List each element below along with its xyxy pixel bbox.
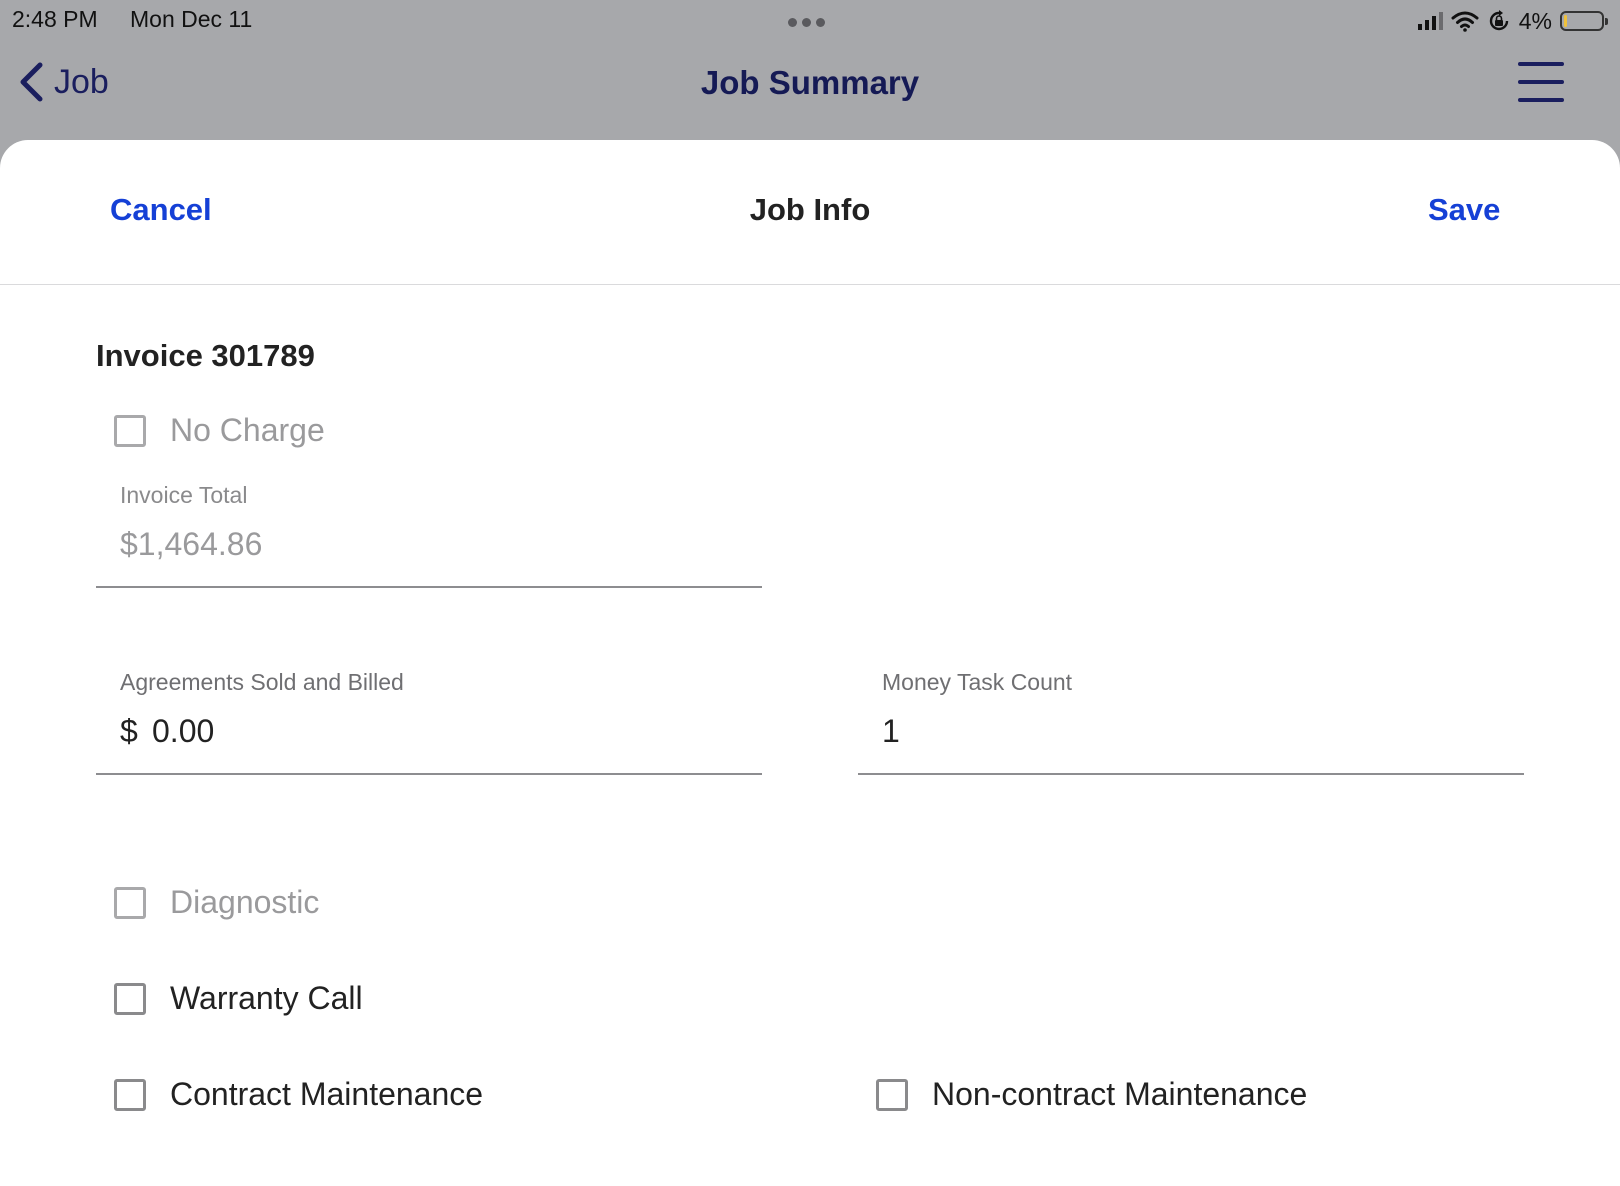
warranty-call-checkbox[interactable]: Warranty Call xyxy=(114,980,363,1017)
checkbox-box[interactable] xyxy=(114,414,146,447)
non-contract-maintenance-label: Non-contract Maintenance xyxy=(932,1076,1308,1112)
job-info-sheet: Cancel Job Info Save Invoice 301789 No C… xyxy=(0,140,1620,1186)
checkbox-box[interactable] xyxy=(876,1078,908,1111)
non-contract-maintenance-checkbox[interactable]: Non-contract Maintenance xyxy=(876,1076,1307,1113)
hamburger-menu-icon[interactable] xyxy=(1518,62,1564,104)
invoice-total-label: Invoice Total xyxy=(120,482,248,508)
navigation-bar: Job Job Summary xyxy=(0,40,1620,140)
page-title: Job Summary xyxy=(700,64,920,101)
save-button[interactable]: Save xyxy=(1428,192,1500,228)
money-task-count-label: Money Task Count xyxy=(882,669,1073,695)
agreements-value[interactable]: 0.00 xyxy=(152,713,214,750)
diagnostic-checkbox[interactable]: Diagnostic xyxy=(114,884,319,921)
contract-maintenance-checkbox[interactable]: Contract Maintenance xyxy=(114,1076,483,1113)
invoice-heading: Invoice 301789 xyxy=(96,338,315,373)
warranty-call-label: Warranty Call xyxy=(170,980,363,1016)
status-indicators: 4% xyxy=(1417,7,1608,34)
invoice-total-value: $1,464.86 xyxy=(120,526,263,562)
cellular-signal-icon xyxy=(1417,12,1443,30)
money-task-count-value[interactable]: 1 xyxy=(882,713,900,750)
wifi-icon xyxy=(1451,11,1479,32)
sheet-header: Cancel Job Info Save xyxy=(0,140,1620,285)
checkbox-box[interactable] xyxy=(114,886,146,919)
no-charge-checkbox[interactable]: No Charge xyxy=(114,412,325,449)
money-task-count-field[interactable]: Money Task Count 1 xyxy=(858,663,1524,775)
status-bar: 2:48 PM Mon Dec 11 4% xyxy=(0,0,1620,40)
no-charge-label: No Charge xyxy=(170,412,325,448)
multitasking-dots-icon[interactable] xyxy=(788,14,830,32)
checkbox-box[interactable] xyxy=(114,1078,146,1111)
status-date: Mon Dec 11 xyxy=(130,6,253,32)
agreements-label: Agreements Sold and Billed xyxy=(120,669,404,695)
battery-icon xyxy=(1560,11,1608,31)
checkbox-box[interactable] xyxy=(114,982,146,1015)
contract-maintenance-label: Contract Maintenance xyxy=(170,1076,484,1112)
status-time: 2:48 PM xyxy=(12,6,98,32)
orientation-lock-icon xyxy=(1489,10,1508,31)
invoice-total-field: Invoice Total $1,464.86 xyxy=(96,476,762,588)
battery-percent: 4% xyxy=(1518,7,1552,34)
agreements-sold-billed-field[interactable]: Agreements Sold and Billed $ 0.00 xyxy=(96,663,762,775)
sheet-title: Job Info xyxy=(749,192,871,227)
diagnostic-label: Diagnostic xyxy=(170,884,320,920)
currency-prefix: $ xyxy=(120,713,138,749)
